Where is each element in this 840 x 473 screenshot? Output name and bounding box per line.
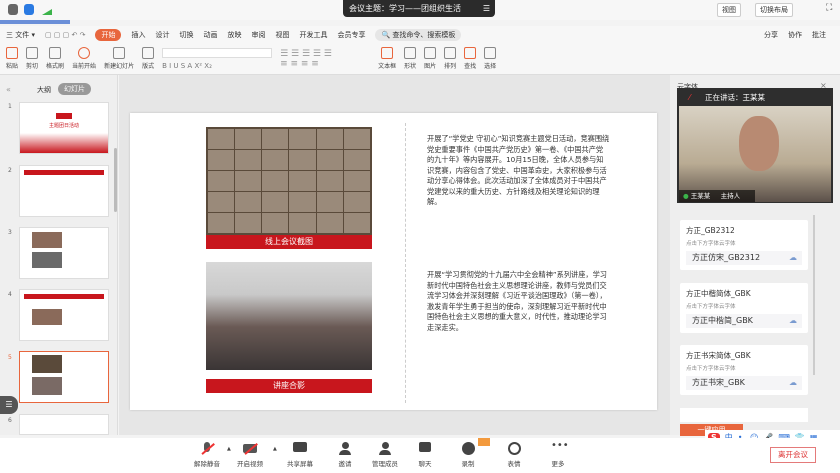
font-card[interactable]: 方正书宋简体_GBK 点击下方字体云字体 方正书宋_GBK ☁ <box>680 345 808 395</box>
camera-off-icon <box>243 442 258 455</box>
tab-insert[interactable]: 插入 <box>131 30 145 40</box>
arrange-button[interactable]: 排列 <box>444 47 456 70</box>
cloud-download-icon[interactable]: ☁ <box>789 251 797 265</box>
paragraph-controls[interactable]: ☰ ☰ ☰ ☰ ☰ ≡ ≡ ≡ ≡ <box>280 49 370 69</box>
caption-online-meeting: 线上会议截图 <box>206 235 372 249</box>
chat-icon <box>418 442 432 455</box>
info-icon[interactable] <box>8 4 18 15</box>
outline-toggle-icon[interactable]: ☰ <box>0 396 18 414</box>
tab-strip <box>0 20 70 24</box>
meeting-top-bar: 会议主题：学习——团组织生活 ☰ 视图 切换布局 ⛶ <box>0 0 840 20</box>
font-card[interactable]: 方正_GB2312 点击下方字体云字体 方正仿宋_GB2312 ☁ <box>680 220 808 270</box>
fullscreen-icon[interactable]: ⛶ <box>826 3 832 13</box>
invite-icon <box>338 442 352 455</box>
slide-text-2[interactable]: 开展“学习贯彻党的十九届六中全会精神”系列讲座，学习新时代中国特色社会主义思想理… <box>427 270 610 333</box>
scrollbar[interactable] <box>813 215 815 375</box>
new-badge <box>478 438 490 446</box>
share-button[interactable]: 分享 <box>764 30 778 40</box>
mic-on-icon: ● <box>683 192 689 200</box>
comment-button[interactable]: 批注 <box>812 30 826 40</box>
start-video-button[interactable]: 开启视频 <box>230 442 270 468</box>
speaking-status: 正在讲话：王某某 <box>705 93 765 102</box>
mic-muted-icon <box>200 442 215 455</box>
group-photo <box>206 262 372 370</box>
speaker-name-tag: ● 王某某 主持人 <box>679 190 755 202</box>
find-button[interactable]: 查找 <box>464 47 476 70</box>
signal-icon[interactable] <box>42 5 52 15</box>
slide-thumbnail[interactable] <box>19 165 109 217</box>
tab-outline[interactable]: 大纲 <box>37 85 51 95</box>
cloud-download-icon[interactable]: ☁ <box>789 376 797 390</box>
tab-slides[interactable]: 幻灯片 <box>58 83 91 95</box>
collapse-icon[interactable]: « <box>6 85 11 94</box>
format-painter-button[interactable]: 格式刷 <box>46 47 64 70</box>
scrollbar[interactable] <box>114 148 117 212</box>
tab-slideshow[interactable]: 放映 <box>227 30 241 40</box>
more-icon: ••• <box>551 440 569 451</box>
ribbon-toolbar: 粘贴 剪切 格式刷 当前开始 新建幻灯片 版式 B I U S A X² X₂ … <box>0 43 840 75</box>
leave-meeting-button[interactable]: 离开会议 <box>770 447 816 463</box>
play-from-current-button[interactable]: 当前开始 <box>72 47 96 70</box>
view-button[interactable]: 视图 <box>717 3 741 17</box>
font-style-buttons[interactable]: B I U S A X² X₂ <box>162 62 272 70</box>
emoji-icon <box>507 442 521 455</box>
menu-bar: 三 文件 ▾ ▢ ▢ ▢ ↶ ↷ 开始 插入 设计 切换 动画 放映 审阅 视图… <box>0 26 840 43</box>
security-shield-icon[interactable] <box>24 4 34 15</box>
slide-panel: « 大纲 幻灯片 1 主题团日活动 2 3 4 5 6 ☰ <box>0 75 118 435</box>
tab-home[interactable]: 开始 <box>95 28 122 41</box>
cloud-download-icon[interactable]: ☁ <box>789 314 797 328</box>
font-card[interactable]: 方正中楷简体_GBK 点击下方字体云字体 方正中楷简_GBK ☁ <box>680 283 808 333</box>
font-name-select[interactable] <box>162 47 273 58</box>
meeting-title[interactable]: 会议主题：学习——团组织生活 ☰ <box>343 0 495 17</box>
slide-text-1[interactable]: 开展了“学党史 守初心”知识竞赛主题党日活动，竞赛围绕党史重要事件《中国共产党历… <box>427 134 610 208</box>
reactions-button[interactable]: 表情 <box>494 442 534 468</box>
command-search[interactable]: 🔍 查找命令、搜索模板 <box>375 28 462 41</box>
slide-thumbnail[interactable]: 主题团日活动 <box>19 102 109 154</box>
speaker-video[interactable]: ⁄ 正在讲话：王某某 ● 王某某 主持人 <box>677 88 833 203</box>
switch-layout-button[interactable]: 切换布局 <box>755 3 793 17</box>
manage-members-button[interactable]: 管理成员 <box>365 442 405 468</box>
paste-button[interactable]: 粘贴 <box>6 47 18 70</box>
slide-thumbnail[interactable] <box>19 289 109 341</box>
share-screen-icon <box>293 442 307 455</box>
record-icon <box>461 442 475 455</box>
new-slide-button[interactable]: 新建幻灯片 <box>104 47 134 70</box>
cut-button[interactable]: 剪切 <box>26 47 38 70</box>
tab-developer[interactable]: 开发工具 <box>299 30 327 40</box>
caption-group-photo: 讲座合影 <box>206 379 372 393</box>
tab-view[interactable]: 视图 <box>275 30 289 40</box>
tab-design[interactable]: 设计 <box>155 30 169 40</box>
invite-button[interactable]: 邀请 <box>325 442 365 468</box>
slide-thumbnail[interactable] <box>19 414 109 435</box>
mic-muted-icon: ⁄ <box>689 93 691 102</box>
quick-access-icons[interactable]: ▢ ▢ ▢ ↶ ↷ <box>45 31 85 39</box>
speaker-face <box>739 116 779 171</box>
slide-thumbnail-selected[interactable] <box>19 351 109 403</box>
shape-button[interactable]: 形状 <box>404 47 416 70</box>
font-card-partial[interactable] <box>680 408 808 422</box>
slide-thumbnail[interactable] <box>19 227 109 279</box>
members-icon <box>378 442 392 455</box>
file-menu[interactable]: 三 文件 ▾ <box>6 30 35 40</box>
select-button[interactable]: 选择 <box>484 47 496 70</box>
meeting-toolbar: 解除静音 ▲ 开启视频 ▲ 共享屏幕 邀请 管理成员 聊天 录制 表情 ••• 更… <box>0 438 840 473</box>
unmute-button[interactable]: 解除静音 <box>187 442 227 468</box>
picture-button[interactable]: 图片 <box>424 47 436 70</box>
tab-transition[interactable]: 切换 <box>179 30 193 40</box>
more-button[interactable]: ••• 更多 <box>538 440 578 469</box>
divider <box>405 123 406 403</box>
font-controls: B I U S A X² X₂ <box>162 47 273 70</box>
tab-member[interactable]: 会员专享 <box>337 30 365 40</box>
video-options-caret[interactable]: ▲ <box>273 446 277 452</box>
textbox-button[interactable]: 文本框 <box>378 47 396 70</box>
chat-button[interactable]: 聊天 <box>405 442 445 468</box>
tab-review[interactable]: 审阅 <box>251 30 265 40</box>
share-screen-button[interactable]: 共享屏幕 <box>280 442 320 468</box>
layout-button[interactable]: 版式 <box>142 47 154 70</box>
collab-button[interactable]: 协作 <box>788 30 802 40</box>
menu-icon[interactable]: ☰ <box>483 0 490 17</box>
tab-animation[interactable]: 动画 <box>203 30 217 40</box>
online-meeting-photo <box>206 127 372 235</box>
video-feed: ● 王某某 主持人 <box>679 106 831 202</box>
